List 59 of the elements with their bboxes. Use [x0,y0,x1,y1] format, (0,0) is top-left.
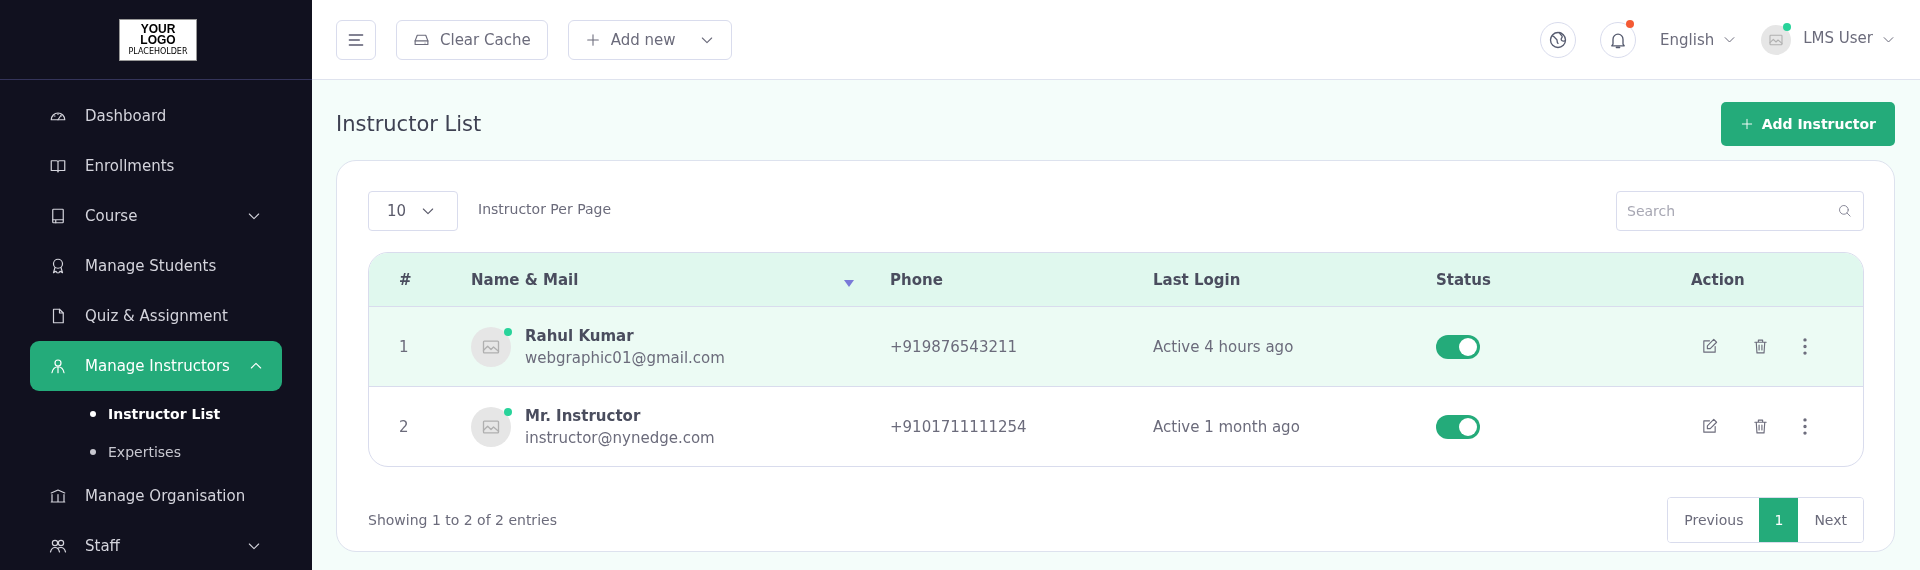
instructor-name: Rahul Kumar [525,326,635,345]
submenu-item[interactable]: Instructor List [0,395,312,433]
logo-tagline: PLACEHOLDER [128,46,188,56]
add-new-button[interactable]: Add new [567,19,733,60]
edit-icon [1701,338,1718,355]
search-field[interactable]: Search [1616,191,1864,231]
column-header: Phone [890,270,944,289]
table-cell-text: +919876543211 [890,337,1019,356]
table-cell-text: 2 [398,417,410,436]
table-row[interactable]: 2 Mr. Instructor instructor@nynedge.com +9101711111254 Active 1 month ago [369,386,1863,466]
page-title: Instructor List [336,112,482,136]
trash-icon [1752,418,1769,435]
table-cell-text: Active 4 hours ago [1153,337,1295,356]
table-cell-text: Active 1 month ago [1153,417,1301,436]
nav-item[interactable]: Enrollments [30,141,282,191]
more-icon [1803,418,1807,435]
plus-icon [1739,117,1754,131]
notification-button[interactable] [1600,21,1637,58]
edit-icon [1701,418,1718,435]
entries-summary: Showing 1 to 2 of 2 entries [368,512,557,528]
table-cell-text: +9101711111254 [890,417,1028,436]
logo-text: YOUR [140,23,176,35]
globe-icon [1548,29,1569,50]
table-cell-text: 1 [398,337,410,356]
status-toggle[interactable] [1436,334,1480,359]
user-menu[interactable]: LMS User [1761,24,1896,55]
submenu-item[interactable]: Expertises [0,433,312,471]
column-header: Status [1436,270,1492,289]
trash-icon [1752,338,1769,355]
building-icon [49,487,67,505]
more-icon [1803,338,1807,355]
nav-item[interactable]: Manage Organisation [30,471,282,521]
per-page-select[interactable]: 10 [368,191,458,231]
status-toggle[interactable] [1436,414,1480,439]
per-page-label: Instructor Per Page [478,201,612,217]
column-header: Name & Mail [471,270,890,289]
column-header: Action [1691,270,1746,289]
logo-text: LOGO [140,34,176,46]
column-header: Last Login [1153,270,1242,289]
instructor-name: Mr. Instructor [525,406,642,425]
nav-item[interactable]: Course [30,191,282,241]
book-icon [49,157,67,175]
instructor-email: webgraphic01@gmail.com [525,348,725,367]
plus-icon [584,31,601,48]
nav-item[interactable]: Quiz & Assignment [30,291,282,341]
table-row[interactable]: 1 Rahul Kumar webgraphic01@gmail.com +919876543211 Active 4 hours ago [369,306,1863,386]
notebook-icon [49,207,67,225]
instructor-email: instructor@nynedge.com [525,428,715,447]
column-header: # [398,270,413,289]
nav-item[interactable]: Dashboard [30,91,282,141]
search-icon [1837,203,1852,218]
person-icon [49,357,67,375]
language-dropdown[interactable]: English [1660,30,1738,49]
menu-button[interactable] [336,19,376,60]
globe-button[interactable] [1540,21,1577,58]
clear-cache-button[interactable]: Clear Cache [396,19,548,60]
people-icon [49,537,67,555]
nav-item[interactable]: Staff [30,521,282,570]
nav-item[interactable]: Manage Students [30,241,282,291]
